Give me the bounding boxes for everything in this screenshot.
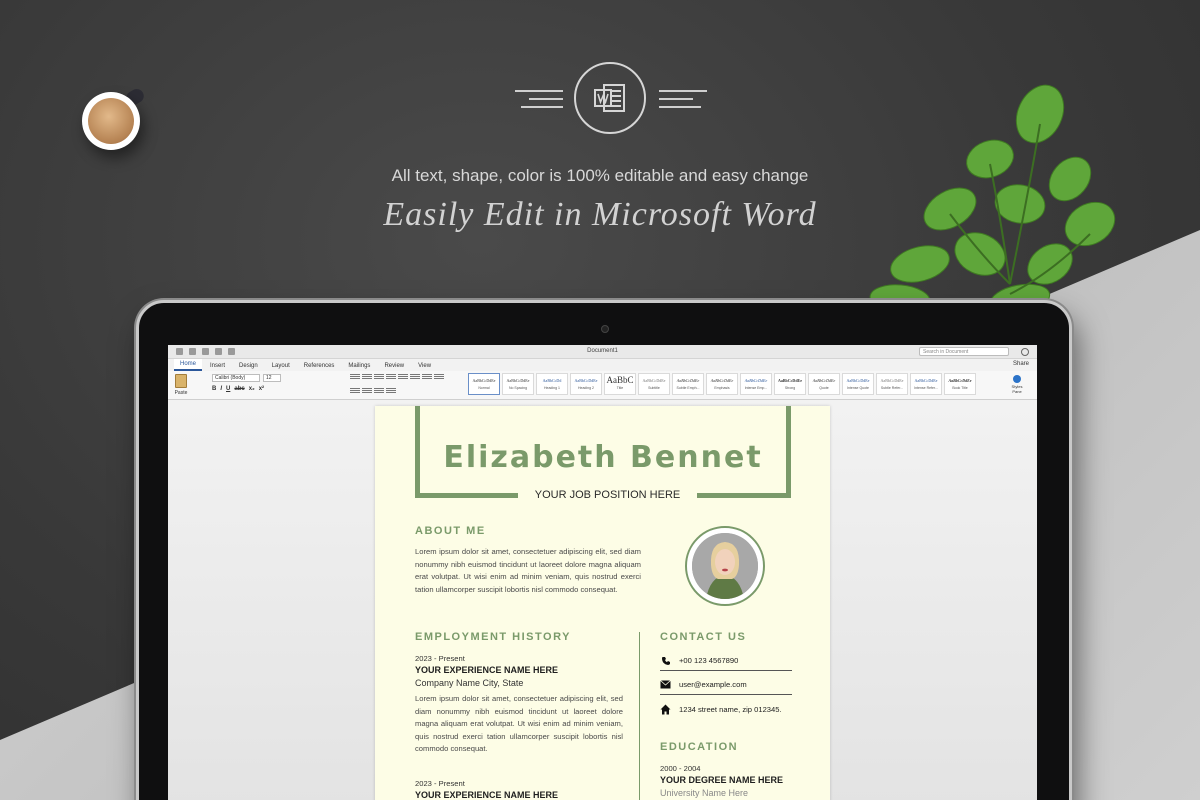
resume-page[interactable]: Elizabeth Bennet YOUR JOB POSITION HERE … xyxy=(375,406,830,800)
paste-button[interactable]: Paste xyxy=(172,374,190,396)
align-left-icon[interactable] xyxy=(422,374,432,380)
document-title: Document1 xyxy=(587,348,618,354)
about-title: ABOUT ME xyxy=(415,525,486,537)
align-right-icon[interactable] xyxy=(350,388,360,394)
font-name-select[interactable]: Calibri (Body) xyxy=(212,374,260,382)
about-text: Lorem ipsum dolor sit amet, consectetuer… xyxy=(415,547,641,594)
ribbon-tabs: Home Insert Design Layout References Mai… xyxy=(168,359,1037,371)
italic-button[interactable]: I xyxy=(220,386,222,392)
style-intense-quote[interactable]: AaBbCcDdEe Intense Quote xyxy=(842,373,874,395)
justify-icon[interactable] xyxy=(362,388,372,394)
resume-name: Elizabeth Bennet xyxy=(443,440,763,475)
tab-home[interactable]: Home xyxy=(174,359,203,371)
phone-icon xyxy=(660,655,671,666)
word-doc-icon xyxy=(594,84,625,112)
account-icon[interactable] xyxy=(1021,348,1029,356)
align-center-icon[interactable] xyxy=(434,374,444,380)
style-strong[interactable]: AaBbCcDdEe Strong xyxy=(774,373,806,395)
name-frame-right xyxy=(786,406,791,498)
contact-address-row: 1234 street name, zip 012345. xyxy=(660,699,792,719)
style-subtle-emphasis[interactable]: AaBbCcDdEe Subtle Emph... xyxy=(672,373,704,395)
tab-design[interactable]: Design xyxy=(233,361,264,371)
tab-review[interactable]: Review xyxy=(378,361,410,371)
style-intense-emphasis[interactable]: AaBbCcDdEe Intense Emp... xyxy=(740,373,772,395)
webcam xyxy=(601,325,609,333)
line-spacing-icon[interactable] xyxy=(374,388,384,394)
title-bar: Document1 Search in Document xyxy=(168,345,1037,359)
education-degree: YOUR DEGREE NAME HERE xyxy=(660,775,784,785)
job-1-description: Lorem ipsum dolor sit amet, consectetuer… xyxy=(415,694,623,754)
format-buttons: B I U abc x₂ x² xyxy=(212,386,264,392)
job-2-role: YOUR EXPERIENCE NAME HERE xyxy=(415,790,559,800)
tab-references[interactable]: References xyxy=(298,361,341,371)
plant-decoration xyxy=(869,84,1116,315)
bold-button[interactable]: B xyxy=(212,386,216,392)
increase-indent-icon[interactable] xyxy=(398,374,408,380)
strikethrough-button[interactable]: abc xyxy=(234,386,244,392)
mail-icon xyxy=(660,679,671,690)
tab-view[interactable]: View xyxy=(412,361,437,371)
style-no-spacing[interactable]: AaBbCcDdEe No Spacing xyxy=(502,373,534,395)
profile-photo xyxy=(685,526,765,606)
contact-email-row: user@example.com xyxy=(660,675,792,695)
job-1-company: Company Name City, State xyxy=(415,678,524,688)
search-input[interactable]: Search in Document xyxy=(919,347,1009,356)
tab-layout[interactable]: Layout xyxy=(266,361,296,371)
home-icon xyxy=(660,704,671,715)
paragraph-tools xyxy=(350,374,450,402)
styles-pane-icon xyxy=(1013,375,1021,383)
coffee-mug xyxy=(82,86,147,150)
contact-address: 1234 street name, zip 012345. xyxy=(679,704,782,714)
styles-pane-button[interactable]: Styles Pane xyxy=(1009,375,1025,394)
tab-insert[interactable]: Insert xyxy=(204,361,231,371)
numbering-icon[interactable] xyxy=(362,374,372,380)
education-title: EDUCATION xyxy=(660,741,739,753)
sort-icon[interactable] xyxy=(410,374,420,380)
style-quote[interactable]: AaBbCcDdEe Quote xyxy=(808,373,840,395)
contact-phone-row: +00 123 4567890 xyxy=(660,651,792,671)
share-button[interactable]: Share xyxy=(1013,361,1029,367)
job-position: YOUR JOB POSITION HERE xyxy=(534,489,681,501)
name-frame-bottom-left xyxy=(415,493,518,498)
style-heading-1[interactable]: AaBbCcDd Heading 1 xyxy=(536,373,568,395)
style-emphasis[interactable]: AaBbCcDdEe Emphasis xyxy=(706,373,738,395)
education-university: University Name Here xyxy=(660,788,749,798)
style-heading-2[interactable]: AaBbCcDdEe Heading 2 xyxy=(570,373,602,395)
subscript-button[interactable]: x₂ xyxy=(249,386,255,392)
style-intense-reference[interactable]: AaBbCcDdEe Intense Refer... xyxy=(910,373,942,395)
name-frame-bottom-right xyxy=(697,493,791,498)
portrait-image xyxy=(692,533,758,599)
style-normal[interactable]: AaBbCcDdEe Normal xyxy=(468,373,500,395)
tab-mailings[interactable]: Mailings xyxy=(342,361,376,371)
superscript-button[interactable]: x² xyxy=(259,386,264,392)
ribbon-home: Paste Calibri (Body) 12 B I U abc x₂ x² … xyxy=(168,371,1037,400)
clipboard-icon xyxy=(175,374,187,388)
contact-title: CONTACT US xyxy=(660,631,747,643)
style-subtle-reference[interactable]: AaBbCcDdEe Subtle Refer... xyxy=(876,373,908,395)
contact-email: user@example.com xyxy=(679,680,747,689)
employment-title: EMPLOYMENT HISTORY xyxy=(415,631,571,643)
job-1-role: YOUR EXPERIENCE NAME HERE xyxy=(415,665,559,675)
job-2-dates: 2023 - Present xyxy=(415,779,465,788)
contact-phone: +00 123 4567890 xyxy=(679,656,739,665)
underline-button[interactable]: U xyxy=(226,386,230,392)
decrease-indent-icon[interactable] xyxy=(386,374,396,380)
font-size-select[interactable]: 12 xyxy=(263,374,281,382)
styles-gallery: AaBbCcDdEe Normal AaBbCcDdEe No Spacing Aa… xyxy=(468,373,976,395)
job-1-dates: 2023 - Present xyxy=(415,654,465,663)
bullets-icon[interactable] xyxy=(350,374,360,380)
style-book-title[interactable]: AaBbCcDdEe Book Title xyxy=(944,373,976,395)
multilevel-icon[interactable] xyxy=(374,374,384,380)
column-divider xyxy=(639,632,640,800)
word-logo-badge xyxy=(511,62,711,134)
shading-icon[interactable] xyxy=(386,388,396,394)
style-subtitle[interactable]: AaBbCcDdEe Subtitle xyxy=(638,373,670,395)
style-title[interactable]: AaBbC Title xyxy=(604,373,636,395)
education-dates: 2000 - 2004 xyxy=(660,764,701,773)
